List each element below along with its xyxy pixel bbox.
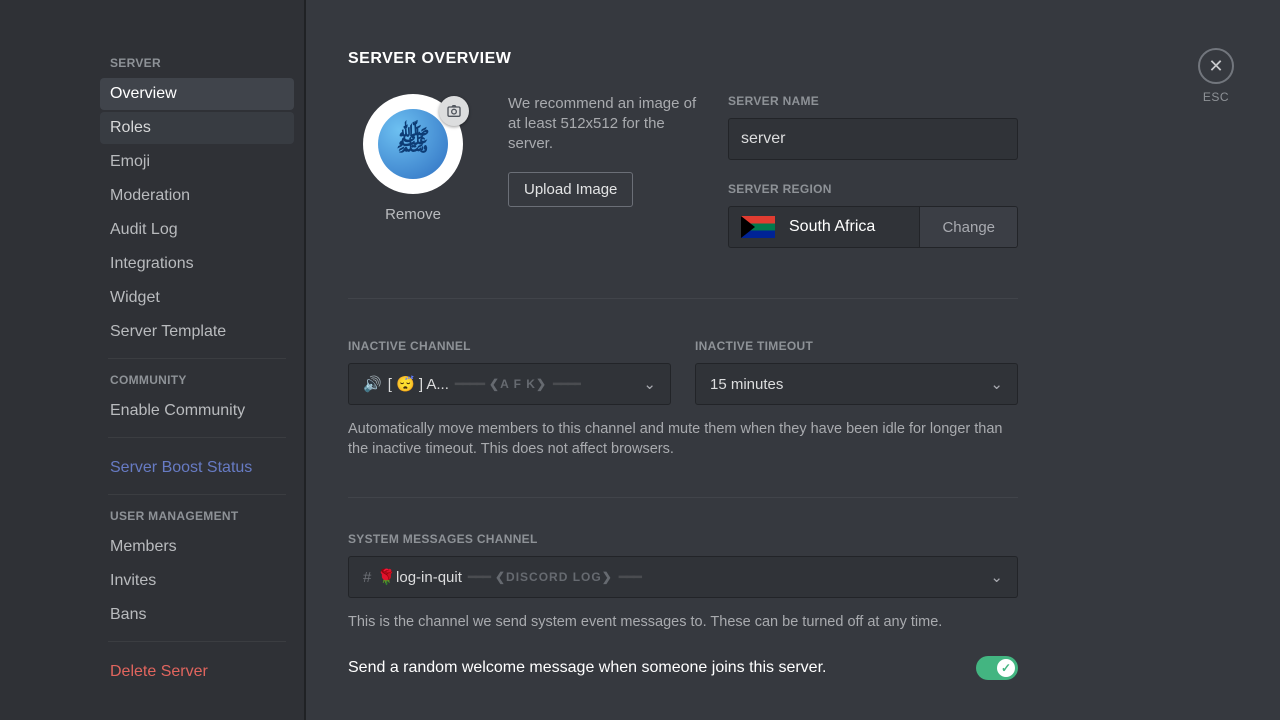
sidebar-item-widget[interactable]: Widget bbox=[100, 282, 294, 314]
change-region-button[interactable]: Change bbox=[919, 207, 1017, 247]
server-region-label: SERVER REGION bbox=[728, 182, 1018, 196]
sidebar-divider bbox=[108, 358, 286, 359]
sidebar-item-enable-community[interactable]: Enable Community bbox=[100, 395, 294, 427]
system-channel-text: 🌹log-in-quit bbox=[377, 568, 462, 586]
sidebar-item-label: Delete Server bbox=[110, 663, 208, 680]
server-region-text: South Africa bbox=[789, 218, 875, 236]
chevron-down-icon: ⌄ bbox=[990, 375, 1003, 393]
welcome-toggle[interactable]: ✓ bbox=[976, 656, 1018, 680]
chevron-down-icon: ⌄ bbox=[990, 568, 1003, 586]
flag-icon bbox=[741, 216, 775, 238]
inactive-channel-text: [ 😴 ] A... bbox=[388, 375, 449, 393]
server-region-value: South Africa bbox=[729, 207, 919, 247]
page-title: SERVER OVERVIEW bbox=[348, 50, 1018, 68]
inactive-timeout-select[interactable]: 15 minutes ⌄ bbox=[695, 363, 1018, 405]
close-icon: ✕ bbox=[1208, 56, 1223, 77]
welcome-toggle-label: Send a random welcome message when someo… bbox=[348, 659, 826, 677]
sidebar-item-delete-server[interactable]: Delete Server bbox=[100, 656, 294, 688]
close-button[interactable]: ✕ bbox=[1198, 48, 1234, 84]
server-name-label: SERVER NAME bbox=[728, 94, 1018, 108]
sidebar-section-server: SERVER bbox=[110, 56, 294, 70]
server-avatar-image: ﷺ bbox=[378, 109, 448, 179]
sidebar-item-roles[interactable]: Roles bbox=[100, 112, 294, 144]
sidebar-divider bbox=[108, 641, 286, 642]
settings-main: ✕ ESC SERVER OVERVIEW ﷺ bbox=[306, 0, 1280, 720]
sidebar-item-server-template[interactable]: Server Template bbox=[100, 316, 294, 348]
sidebar-item-moderation[interactable]: Moderation bbox=[100, 180, 294, 212]
sidebar-item-label: Invites bbox=[110, 572, 156, 589]
sidebar-item-emoji[interactable]: Emoji bbox=[100, 146, 294, 178]
sidebar-item-audit-log[interactable]: Audit Log bbox=[100, 214, 294, 246]
volume-icon: 🔊 bbox=[363, 375, 382, 393]
sidebar-item-label: Enable Community bbox=[110, 402, 245, 419]
sidebar-item-boost-status[interactable]: Server Boost Status bbox=[100, 452, 294, 484]
sidebar-item-overview[interactable]: Overview bbox=[100, 78, 294, 110]
sidebar-item-label: Bans bbox=[110, 606, 146, 623]
sidebar-item-label: Audit Log bbox=[110, 221, 178, 238]
sidebar-section-community: COMMUNITY bbox=[110, 373, 294, 387]
section-divider bbox=[348, 298, 1018, 299]
sidebar-item-label: Server Boost Status bbox=[110, 459, 252, 476]
inactive-channel-select[interactable]: 🔊 [ 😴 ] A... ━━━━ ❮A F K❯ ━━━━ ⌄ bbox=[348, 363, 671, 405]
server-avatar[interactable]: ﷺ bbox=[363, 94, 463, 194]
inactive-channel-label: INACTIVE CHANNEL bbox=[348, 339, 671, 353]
server-name-input[interactable] bbox=[728, 118, 1018, 160]
inactive-helper-text: Automatically move members to this chann… bbox=[348, 419, 1018, 459]
section-divider bbox=[348, 497, 1018, 498]
system-helper-text: This is the channel we send system event… bbox=[348, 612, 1018, 632]
sidebar-item-members[interactable]: Members bbox=[100, 531, 294, 563]
sidebar-item-label: Widget bbox=[110, 289, 160, 306]
sidebar-item-label: Server Template bbox=[110, 323, 226, 340]
sidebar-item-bans[interactable]: Bans bbox=[100, 599, 294, 631]
sidebar-item-label: Overview bbox=[110, 85, 177, 102]
sidebar-item-label: Roles bbox=[110, 119, 151, 136]
recommend-text: We recommend an image of at least 512x51… bbox=[508, 94, 698, 154]
hash-icon: # bbox=[363, 569, 371, 586]
sidebar-item-integrations[interactable]: Integrations bbox=[100, 248, 294, 280]
sidebar-divider bbox=[108, 494, 286, 495]
sidebar-item-label: Emoji bbox=[110, 153, 150, 170]
sidebar-item-label: Integrations bbox=[110, 255, 194, 272]
sidebar-item-label: Moderation bbox=[110, 187, 190, 204]
esc-label: ESC bbox=[1198, 90, 1234, 104]
system-channel-select[interactable]: # 🌹log-in-quit ━━━ ❮DISCORD LOG❯ ━━━ ⌄ bbox=[348, 556, 1018, 598]
remove-avatar-link[interactable]: Remove bbox=[348, 206, 478, 223]
upload-icon[interactable] bbox=[439, 96, 469, 126]
sidebar-section-user-management: USER MANAGEMENT bbox=[110, 509, 294, 523]
system-channel-label: SYSTEM MESSAGES CHANNEL bbox=[348, 532, 1018, 546]
sidebar-item-label: Members bbox=[110, 538, 177, 555]
inactive-timeout-label: INACTIVE TIMEOUT bbox=[695, 339, 1018, 353]
chevron-down-icon: ⌄ bbox=[643, 375, 656, 393]
check-icon: ✓ bbox=[997, 659, 1015, 677]
inactive-timeout-value: 15 minutes bbox=[710, 376, 783, 393]
upload-image-button[interactable]: Upload Image bbox=[508, 172, 633, 207]
sidebar-item-invites[interactable]: Invites bbox=[100, 565, 294, 597]
sidebar-divider bbox=[108, 437, 286, 438]
settings-sidebar: SERVER Overview Roles Emoji Moderation A… bbox=[0, 0, 306, 720]
